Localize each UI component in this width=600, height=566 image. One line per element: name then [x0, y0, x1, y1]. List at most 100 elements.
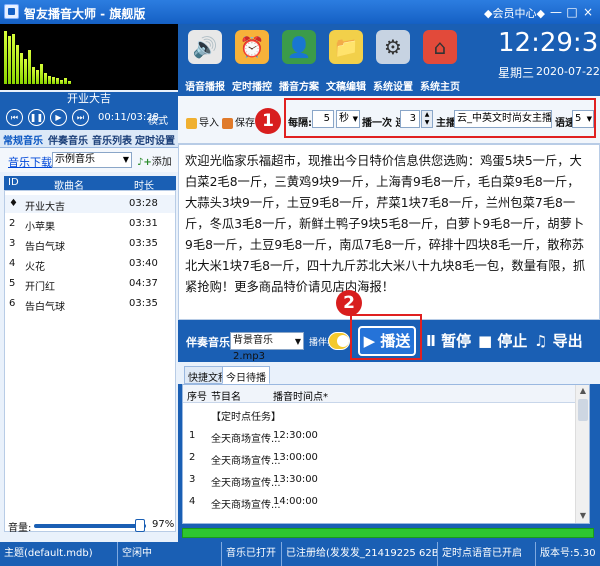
badge-one: 1 [255, 108, 281, 134]
row-song: 告白气球 [25, 242, 65, 253]
status-bar: 主题(default.mdb) 空闲中 音乐已打开 已注册给(发发发_21419… [0, 542, 600, 566]
chevron-down-icon: ▼ [122, 155, 129, 164]
row-time: 13:30:00 [273, 474, 318, 485]
next-icon[interactable]: ⏭ [72, 109, 89, 126]
schedule-row[interactable]: 2 全天商场宣传... 13:00:00 [183, 449, 575, 468]
timed-control-label: 定时播控 [232, 82, 272, 93]
clock-weekday: 星期三 [498, 66, 535, 80]
schedule-row[interactable]: 4 全天商场宣传... 14:00:00 [183, 493, 575, 512]
tab-regular-music[interactable]: 常规音乐 [3, 132, 43, 147]
row-id: 4 [9, 258, 16, 269]
playlist-row[interactable]: ♦ 开业大吉 03:28 [5, 195, 175, 213]
playlist-header: ID 歌曲名 时长 [4, 176, 176, 192]
schedule-row[interactable]: 3 全天商场宣传... 13:30:00 [183, 471, 575, 490]
col-program: 节目名 [211, 392, 241, 403]
stop-button[interactable]: ■ 停止 [478, 330, 527, 351]
system-settings-button[interactable]: ⚙ 系统设置 [366, 26, 420, 93]
scroll-down-icon[interactable]: ▼ [578, 511, 588, 520]
bgm-select[interactable]: 背景音乐2.mp3 ▼ [230, 332, 304, 362]
close-button[interactable]: × [580, 4, 596, 20]
broadcast-plan-icon: 👤 [282, 30, 316, 64]
play-mode-button[interactable]: 模式 [148, 112, 168, 127]
play-icon[interactable]: ▶ [50, 109, 67, 126]
system-home-button[interactable]: ⌂ 系统主页 [413, 26, 467, 93]
row-no: 2 [189, 452, 196, 463]
schedule-row[interactable]: 【定时点任务】 [183, 405, 575, 424]
repeat-input[interactable]: 3 [400, 110, 420, 128]
scroll-up-icon[interactable]: ▲ [578, 386, 588, 395]
schedule-header: 序号 节目名 播音时间点* [183, 385, 575, 403]
category-value: 示例音乐 [55, 154, 95, 165]
import-button[interactable]: 导入 [186, 114, 219, 129]
schedule-row[interactable]: 1 全天商场宣传... 12:30:00 [183, 427, 575, 446]
broadcast-button[interactable]: ▶ 播送 [358, 326, 416, 356]
settings-bar: 导入 保存 1 每隔: 5 秒 ▼ 播一次 连播 3 ▲ ▼ 主播: 云_中英文时尚… [178, 96, 600, 144]
progress-bar [182, 528, 594, 538]
tab-accompaniment[interactable]: 伴奏音乐 [48, 132, 88, 147]
playlist-row[interactable]: 6 告白气球 03:35 [5, 295, 175, 313]
pause-button[interactable]: Ⅱ 暂停 [426, 330, 471, 351]
previous-icon[interactable]: ⏮ [6, 109, 23, 126]
interval-unit-select[interactable]: 秒 ▼ [336, 110, 360, 128]
speed-select[interactable]: 5 ▼ [572, 110, 594, 128]
maximize-button[interactable]: □ [564, 4, 580, 20]
chevron-down-icon: ▼ [294, 337, 301, 346]
announcement-text: 欢迎光临家乐福超市，现推出今日特价信息供您选购：鸡蛋5块5一斤，大白菜2毛8一斤… [185, 154, 586, 294]
playlist-row[interactable]: 5 开门红 04:37 [5, 275, 175, 293]
row-no: 3 [189, 474, 196, 485]
row-song: 火花 [25, 262, 45, 273]
speed-value: 5 [575, 113, 582, 124]
announcement-editor[interactable]: 欢迎光临家乐福超市，现推出今日特价信息供您选购：鸡蛋5块5一斤，大白菜2毛8一斤… [178, 144, 600, 320]
col-id: ID [8, 177, 19, 188]
draft-edit-button[interactable]: 📁 文稿编辑 [319, 26, 373, 93]
schedule-scrollbar[interactable]: ▲ ▼ [575, 385, 589, 523]
add-music-button[interactable]: ♪+添加 [137, 153, 172, 168]
interval-input[interactable]: 5 [312, 110, 334, 128]
timed-control-button[interactable]: ⏰ 定时播控 [225, 26, 279, 93]
bgm-toggle[interactable] [328, 332, 350, 350]
save-button[interactable]: 保存 [222, 114, 255, 129]
broadcast-plan-button[interactable]: 👤 播音方案 [272, 26, 326, 93]
visualizer-bar [60, 80, 63, 84]
playlist-row[interactable]: 3 告白气球 03:35 [5, 235, 175, 253]
export-button[interactable]: ♫ 导出 [534, 330, 583, 351]
row-id: 3 [9, 238, 16, 249]
visualizer-bar [56, 78, 59, 84]
bgm-value: 背景音乐2.mp3 [233, 335, 273, 362]
app-icon [4, 4, 19, 19]
tab-music-list[interactable]: 音乐列表 [92, 132, 132, 147]
row-song: 小苹果 [25, 222, 55, 233]
row-duration: 03:31 [129, 218, 158, 229]
system-settings-icon: ⚙ [376, 30, 410, 64]
tab-today-pending[interactable]: 今日待播 [222, 366, 270, 384]
voice-broadcast-button[interactable]: 🔊 语音播报 [178, 26, 232, 93]
chevron-down-icon: ▼ [352, 115, 358, 123]
status-idle: 空闲中 [118, 542, 222, 566]
voice-broadcast-icon: 🔊 [188, 30, 222, 64]
member-center-link[interactable]: ◆会员中心◆ [484, 5, 545, 21]
current-song-title: 开业大吉 [0, 92, 178, 106]
clock-date: 2020-07-22 [536, 65, 600, 78]
row-song: 告白气球 [25, 302, 65, 313]
category-select[interactable]: 示例音乐 ▼ [52, 152, 132, 168]
pause-icon[interactable]: ❚❚ [28, 109, 45, 126]
row-time: 12:30:00 [273, 430, 318, 441]
playlist-row[interactable]: 2 小苹果 03:31 [5, 215, 175, 233]
playlist-row[interactable]: 4 火花 03:40 [5, 255, 175, 273]
scroll-thumb[interactable] [578, 399, 588, 421]
interval-label: 每隔: [288, 118, 312, 129]
music-download-link[interactable]: 音乐下载 [8, 154, 52, 170]
repeat-spinner[interactable]: ▲ ▼ [421, 110, 433, 128]
volume-knob[interactable] [134, 519, 145, 532]
row-no: 4 [189, 496, 196, 507]
visualizer-bar [48, 76, 51, 84]
voice-select[interactable]: 云_中英文时尚女主播( [454, 110, 552, 128]
volume-slider[interactable] [34, 524, 146, 528]
unit-value: 秒 [339, 113, 349, 124]
tab-timer-settings[interactable]: 定时设置 [135, 132, 175, 147]
main-toolbar: 🔊 语音播报 ⏰ 定时播控 👤 播音方案 📁 文稿编辑 ⚙ 系统设置 ⌂ 系统主页 12:29:33 星期… [178, 24, 600, 96]
col-time: 播音时间点* [273, 392, 328, 403]
schedule-table: 序号 节目名 播音时间点* 【定时点任务】 1 全天商场宣传... 12:30:00 2… [182, 384, 590, 524]
row-id: 6 [9, 298, 16, 309]
minimize-button[interactable]: — [548, 4, 564, 20]
